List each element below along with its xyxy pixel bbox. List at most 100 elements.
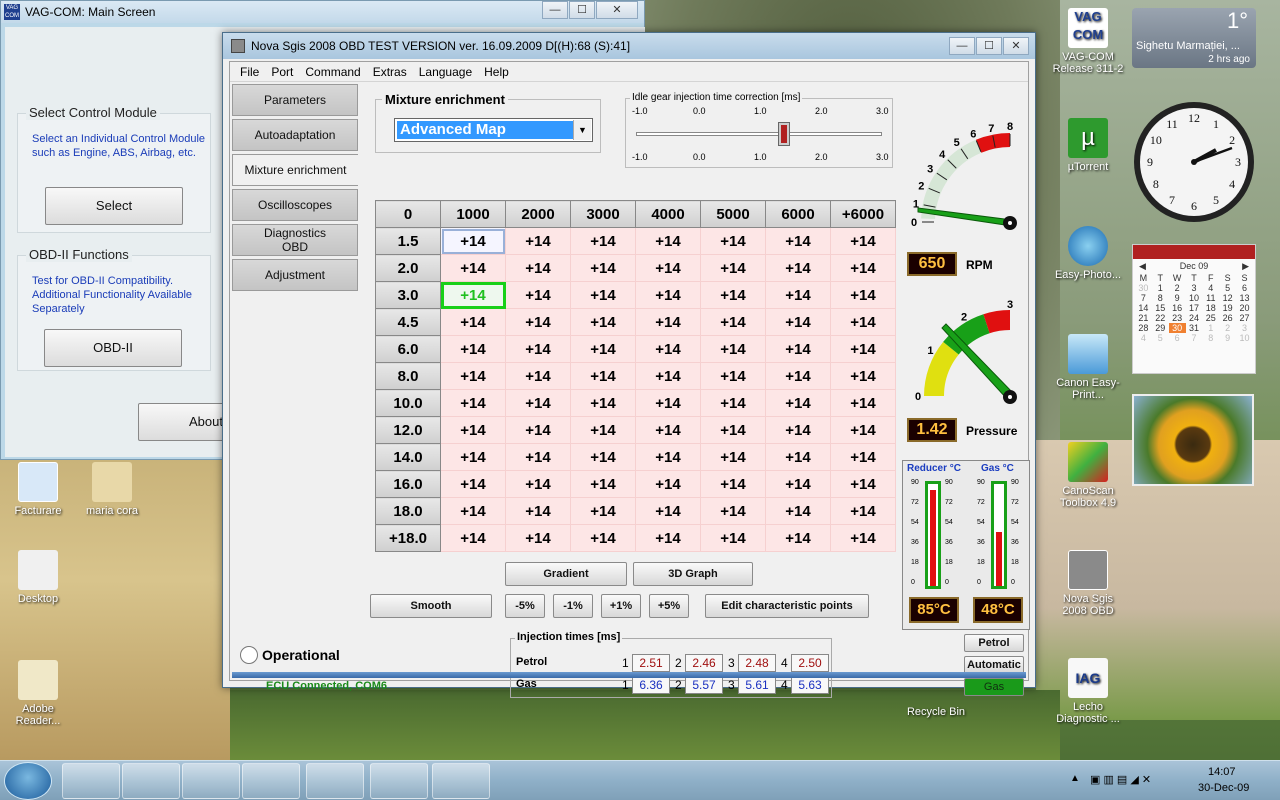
- gradient-button[interactable]: Gradient: [505, 562, 627, 586]
- calendar-day[interactable]: 3: [1236, 323, 1253, 333]
- grid-cell[interactable]: +14: [570, 497, 636, 525]
- grid-cell[interactable]: +14: [700, 497, 766, 525]
- calendar-day[interactable]: 22: [1152, 313, 1169, 323]
- desktop-icon-nova-sgis[interactable]: Nova Sgis 2008 OBD: [1050, 550, 1126, 617]
- grid-cell[interactable]: +14: [830, 389, 896, 417]
- grid-cell[interactable]: +14: [570, 227, 636, 255]
- calendar-day[interactable]: 14: [1135, 303, 1152, 313]
- 3d-graph-button[interactable]: 3D Graph: [633, 562, 753, 586]
- grid-cell[interactable]: +14: [505, 362, 571, 390]
- grid-cell[interactable]: +14: [570, 362, 636, 390]
- grid-cell[interactable]: +14: [700, 389, 766, 417]
- calendar-day[interactable]: 27: [1236, 313, 1253, 323]
- menu-extras[interactable]: Extras: [373, 65, 407, 79]
- grid-cell[interactable]: +14: [440, 362, 506, 390]
- grid-cell[interactable]: +14: [440, 308, 506, 336]
- plus-5-button[interactable]: +5%: [649, 594, 689, 618]
- grid-cell[interactable]: +14: [570, 524, 636, 552]
- grid-cell[interactable]: +14: [635, 470, 701, 498]
- grid-cell[interactable]: +14: [765, 524, 831, 552]
- select-button[interactable]: Select: [45, 187, 183, 225]
- maximize-button[interactable]: ☐: [569, 1, 595, 19]
- desktop-icon-adobe-reader[interactable]: Adobe Reader...: [0, 660, 76, 727]
- grid-cell[interactable]: +14: [635, 254, 701, 282]
- plus-1-button[interactable]: +1%: [601, 594, 641, 618]
- grid-cell[interactable]: +14: [700, 227, 766, 255]
- grid-cell[interactable]: +14: [505, 281, 571, 309]
- grid-cell[interactable]: +14: [830, 281, 896, 309]
- tab-diagnostics-obd[interactable]: Diagnostics OBD: [232, 224, 358, 256]
- grid-cell[interactable]: +14: [440, 254, 506, 282]
- grid-cell[interactable]: +14: [765, 227, 831, 255]
- desktop-icon-lecho[interactable]: IAG Lecho Diagnostic ...: [1050, 658, 1126, 725]
- taskbar-save-icon[interactable]: [122, 763, 180, 799]
- desktop-icon-easy-photo[interactable]: Easy-Photo...: [1050, 226, 1126, 281]
- grid-cell[interactable]: +14: [765, 389, 831, 417]
- idle-slider-thumb[interactable]: [777, 122, 790, 146]
- calendar-day[interactable]: 4: [1135, 333, 1152, 343]
- about-button[interactable]: About: [138, 403, 228, 441]
- calendar-day[interactable]: 6: [1236, 283, 1253, 293]
- grid-cell[interactable]: +14: [765, 308, 831, 336]
- calendar-day[interactable]: 26: [1219, 313, 1236, 323]
- grid-cell[interactable]: +14: [635, 416, 701, 444]
- calendar-day[interactable]: 23: [1169, 313, 1186, 323]
- calendar-day[interactable]: 7: [1186, 333, 1203, 343]
- grid-cell[interactable]: +14: [635, 497, 701, 525]
- calendar-day[interactable]: 16: [1169, 303, 1186, 313]
- tab-parameters[interactable]: Parameters: [232, 84, 358, 116]
- grid-cell[interactable]: +14: [440, 470, 506, 498]
- desktop-icon-desktop[interactable]: Desktop: [0, 550, 76, 605]
- obd2-button[interactable]: OBD-II: [44, 329, 182, 367]
- grid-cell[interactable]: +14: [765, 362, 831, 390]
- grid-cell[interactable]: +14: [635, 308, 701, 336]
- grid-cell[interactable]: +14: [505, 335, 571, 363]
- calendar-day[interactable]: 2: [1169, 283, 1186, 293]
- grid-cell[interactable]: +14: [440, 281, 506, 309]
- calendar-day[interactable]: 30: [1168, 323, 1186, 333]
- grid-cell[interactable]: +14: [440, 416, 506, 444]
- grid-cell[interactable]: +14: [505, 389, 571, 417]
- idle-slider-track[interactable]: [636, 132, 882, 136]
- maximize-button[interactable]: ☐: [976, 37, 1002, 55]
- desktop-icon-utorrent[interactable]: µ µTorrent: [1050, 118, 1126, 173]
- calendar-day[interactable]: 2: [1219, 323, 1236, 333]
- grid-cell[interactable]: +14: [830, 308, 896, 336]
- clock-gadget[interactable]: 12 1234567891011: [1132, 100, 1256, 224]
- minus-1-button[interactable]: -1%: [553, 594, 593, 618]
- grid-cell[interactable]: +14: [440, 497, 506, 525]
- calendar-prev-icon[interactable]: ◀: [1139, 261, 1146, 272]
- grid-cell[interactable]: +14: [505, 254, 571, 282]
- grid-cell[interactable]: +14: [635, 281, 701, 309]
- grid-cell[interactable]: +14: [635, 443, 701, 471]
- grid-cell[interactable]: +14: [635, 389, 701, 417]
- start-button[interactable]: [4, 762, 52, 800]
- chevron-down-icon[interactable]: ▼: [573, 120, 591, 140]
- calendar-day[interactable]: 10: [1186, 293, 1203, 303]
- grid-cell[interactable]: +14: [570, 254, 636, 282]
- tab-adjustment[interactable]: Adjustment: [232, 259, 358, 291]
- grid-cell[interactable]: +14: [505, 227, 571, 255]
- grid-cell[interactable]: +14: [765, 335, 831, 363]
- calendar-day[interactable]: 30: [1135, 283, 1152, 293]
- calendar-day[interactable]: 25: [1202, 313, 1219, 323]
- grid-cell[interactable]: +14: [830, 254, 896, 282]
- smooth-button[interactable]: Smooth: [370, 594, 492, 618]
- menu-command[interactable]: Command: [305, 65, 360, 79]
- tab-autoadaptation[interactable]: Autoadaptation: [232, 119, 358, 151]
- petrol-button[interactable]: Petrol: [964, 634, 1024, 652]
- calendar-gadget[interactable]: ◀ Dec 09 ▶ M T W T F S S 30 1 2 3 4 5 6 7 8 9 10 11 12 13 14 1…: [1132, 244, 1256, 374]
- menu-help[interactable]: Help: [484, 65, 509, 79]
- close-button[interactable]: ✕: [596, 1, 638, 19]
- grid-cell[interactable]: +14: [830, 227, 896, 255]
- calendar-day[interactable]: 28: [1135, 323, 1152, 333]
- grid-cell[interactable]: +14: [635, 524, 701, 552]
- calendar-day[interactable]: 6: [1169, 333, 1186, 343]
- calendar-day[interactable]: 17: [1186, 303, 1203, 313]
- calendar-day[interactable]: 5: [1152, 333, 1169, 343]
- grid-cell[interactable]: +14: [830, 470, 896, 498]
- calendar-day[interactable]: 18: [1202, 303, 1219, 313]
- grid-cell[interactable]: +14: [570, 416, 636, 444]
- calendar-day[interactable]: 4: [1202, 283, 1219, 293]
- minus-5-button[interactable]: -5%: [505, 594, 545, 618]
